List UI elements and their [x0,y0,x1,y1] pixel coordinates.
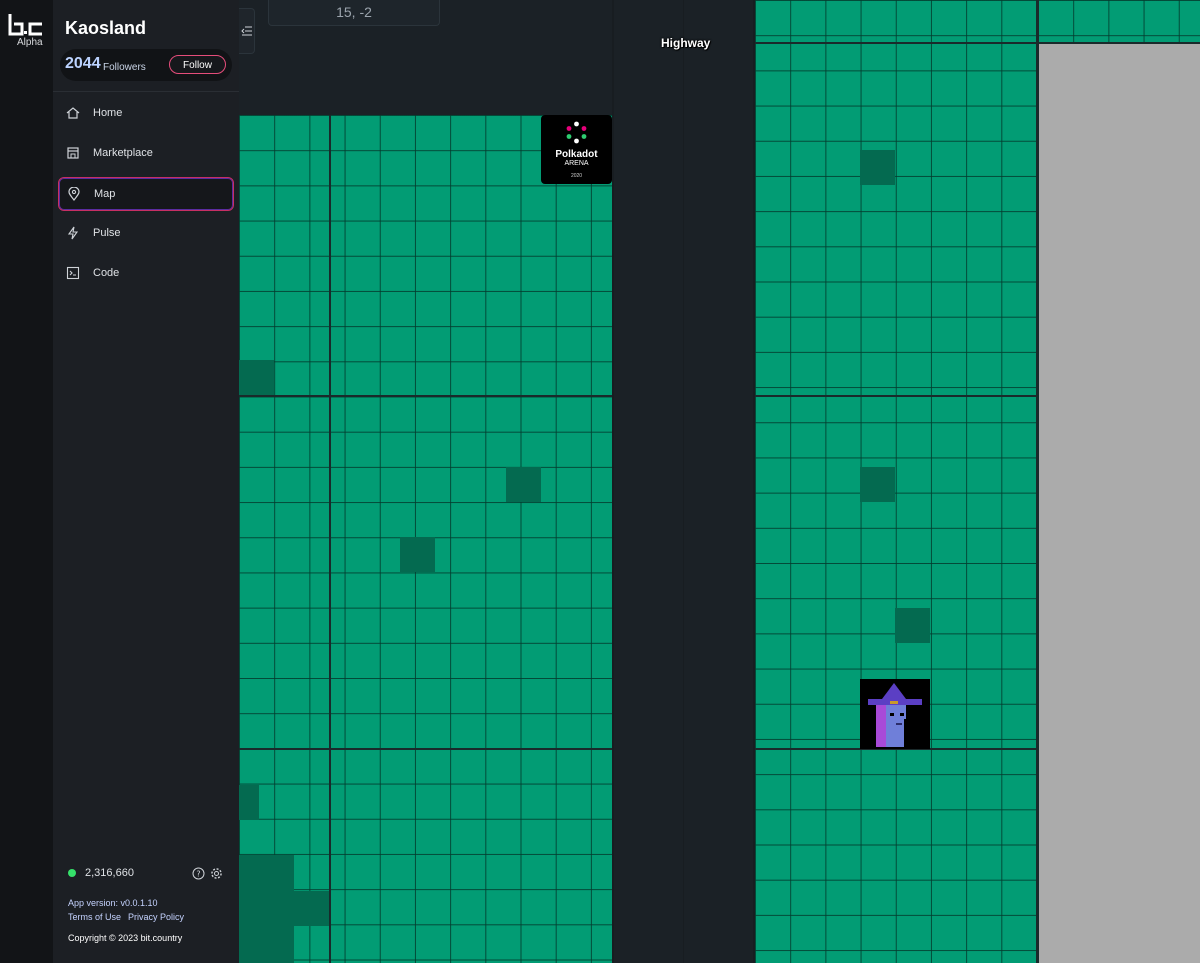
polkadot-year: 2020 [570,173,583,179]
terms-link[interactable]: Terms of Use [68,912,121,922]
estate-border [1036,0,1039,963]
road-edge [753,0,755,963]
followers-count: 2044 [65,55,101,72]
brand-rail: Alpha [0,0,53,963]
app-version: App version: v0.0.1.10 [68,898,158,908]
owned-parcel[interactable] [400,537,435,572]
svg-text:?: ? [196,870,200,879]
estate-border [239,395,612,397]
sidebar: Kaosland 2044 Followers Follow Home Mark… [53,0,239,963]
road-edge [683,0,684,963]
gear-icon[interactable] [210,867,223,880]
land-map[interactable]: Polkadot ARENA 2020 Highway [239,0,1200,963]
owned-parcel[interactable] [506,467,541,502]
land-block-right[interactable] [755,0,1038,963]
polkadot-logo-icon [566,121,587,144]
sidebar-item-map[interactable]: Map [58,177,234,211]
online-status-dot [68,869,76,877]
witch-avatar-parcel[interactable] [860,679,930,749]
owned-parcel[interactable] [294,891,329,926]
coordinate-readout: 15, -2 [268,0,440,26]
follow-button[interactable]: Follow [169,55,226,74]
polkadot-subtitle: ARENA [564,160,589,167]
estate-border [755,42,1200,44]
terminal-icon [66,266,80,280]
road-edge [612,0,614,963]
estate-border [239,748,612,750]
road-label: Highway [661,36,711,50]
owned-parcel[interactable] [239,360,274,395]
sidebar-item-label: Map [94,188,116,200]
polkadot-brand: Polkadot [555,149,598,160]
owned-parcel[interactable] [860,467,895,502]
lightning-icon [67,226,79,240]
copyright-text: Copyright © 2023 bit.country [68,933,183,943]
owned-parcel[interactable] [239,855,294,963]
bc-logo[interactable] [8,14,44,36]
sidebar-divider [53,91,239,92]
sidebar-toggle-button[interactable] [239,8,255,54]
followers-box: 2044 Followers Follow [60,49,232,81]
menu-collapse-icon [241,26,252,36]
polkadot-arena-parcel[interactable]: Polkadot ARENA 2020 [541,115,612,184]
followers-label: Followers [103,62,146,73]
owned-parcel[interactable] [239,785,259,820]
balance-value: 2,316,660 [85,867,134,879]
owned-parcel[interactable] [860,150,895,185]
owned-parcel[interactable] [895,608,930,643]
store-icon [67,147,79,159]
sidebar-item-home[interactable]: Home [58,97,234,131]
help-icon[interactable]: ? [192,867,205,880]
unavailable-zone [1039,44,1200,963]
alpha-label: Alpha [17,37,43,48]
estate-border [755,395,1038,397]
home-icon [66,107,80,119]
sidebar-item-label: Home [93,107,123,119]
sidebar-item-marketplace[interactable]: Marketplace [58,137,234,171]
witch-avatar-icon [860,679,930,749]
page-title: Kaosland [65,18,147,38]
sidebar-item-label: Code [93,267,120,279]
sidebar-item-label: Marketplace [93,147,153,159]
sidebar-item-code[interactable]: Code [58,257,234,291]
sidebar-item-pulse[interactable]: Pulse [58,217,234,251]
privacy-link[interactable]: Privacy Policy [128,912,184,922]
map-pin-icon [68,187,80,201]
estate-border [329,115,331,963]
land-block-top-right[interactable] [1038,0,1200,42]
sidebar-item-label: Pulse [93,227,121,239]
